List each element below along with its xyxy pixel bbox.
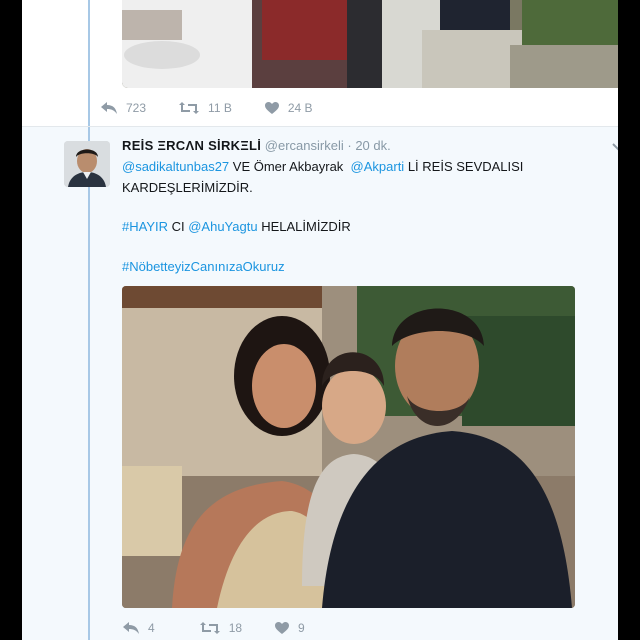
reply-count: 4 [148,621,155,635]
heart-icon [264,102,279,114]
hashtag-link[interactable]: #HAYIR [122,219,168,234]
reply-icon [101,102,117,114]
heart-icon [275,622,290,634]
mention-link[interactable]: @sadikaltunbas27 [122,159,229,174]
tweet-divider [22,126,618,127]
retweet-count: 11 B [208,101,232,115]
mention-link[interactable]: @Akparti [351,159,405,174]
tweet-time[interactable]: 20 dk. [355,138,390,153]
like-count: 9 [298,621,305,635]
like-count: 24 B [287,101,313,115]
previous-tweet-actions: 723 11 B 24 B [100,101,345,115]
reply-button[interactable]: 4 [122,621,155,635]
retweet-icon [179,102,200,114]
tweet-header: REİS ΞRCΛN SİRKΞLİ @ercansirkeli · 20 dk… [122,138,391,153]
tweet-text-line-1: @sadikaltunbas27 VE Ömer Akbayrak @Akpar… [122,159,523,174]
retweet-button[interactable]: 18 [199,621,242,635]
reply-button[interactable]: 723 [100,101,146,115]
author-name[interactable]: REİS ΞRCΛN SİRKΞLİ [122,138,261,153]
tweet-actions: 4 18 9 [122,621,337,635]
tweet-text: HELALİMİZDİR [257,219,351,234]
tweet-text: VE Ömer Akbayrak [229,159,351,174]
tweet-text-line-2: KARDEŞLERİMİZDİR. [122,180,253,195]
like-button[interactable]: 24 B [264,101,313,115]
retweet-button[interactable]: 11 B [178,101,232,115]
reply-count: 723 [126,101,147,115]
tweet-text: Lİ REİS SEVDALISI [404,159,524,174]
tweet-photo[interactable] [122,286,575,608]
like-button[interactable]: 9 [274,621,305,635]
chevron-down-icon [612,143,618,151]
retweet-icon [199,622,220,634]
reply-icon [123,622,139,634]
conversation-thread-line [88,0,90,640]
previous-tweet-image[interactable] [122,0,618,88]
tweet-text-line-3: #HAYIR CI @AhuYagtu HELALİMİZDİR [122,219,351,234]
separator: · [347,138,352,153]
author-handle[interactable]: @ercansirkeli [265,138,344,153]
avatar[interactable] [64,141,110,187]
tweet-text: CI [168,219,189,234]
more-options-button[interactable] [612,139,618,157]
timeline: 723 11 B 24 B REİS ΞRCΛN SİRKΞLİ @ercans… [22,0,618,640]
retweet-count: 18 [228,621,243,635]
hashtag-link[interactable]: #NöbetteyizCanınızaOkuruz [122,259,285,274]
mention-link[interactable]: @AhuYagtu [188,219,257,234]
